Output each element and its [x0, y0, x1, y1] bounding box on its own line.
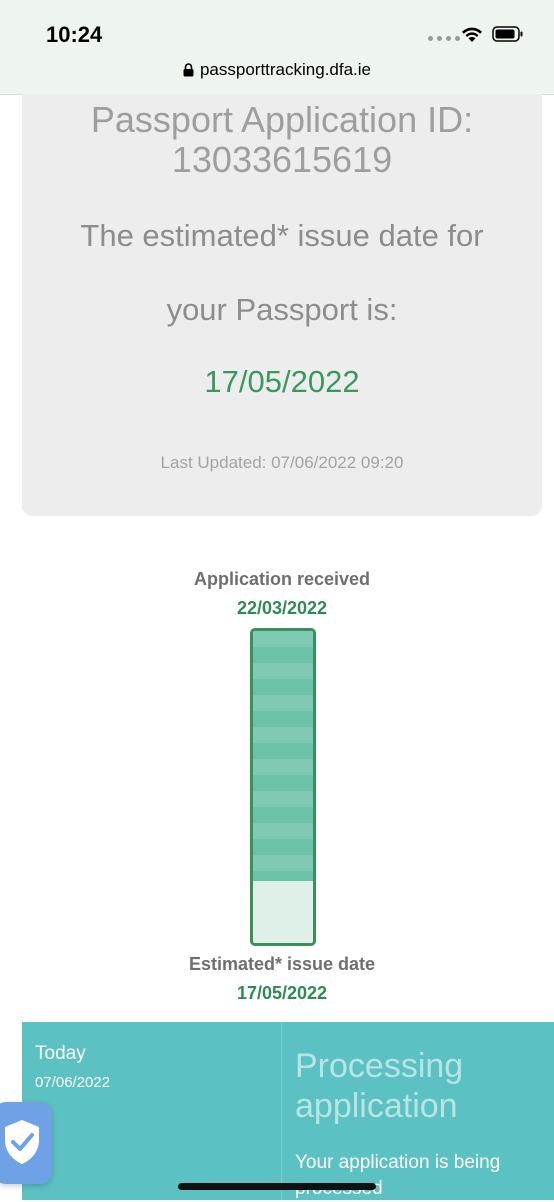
last-updated-text: Last Updated: 07/06/2022 09:20 [160, 453, 404, 472]
wifi-icon [462, 27, 482, 42]
application-id-value: 13033615619 [171, 139, 393, 180]
timeline-divider [281, 1022, 282, 1200]
processing-status-description: Your application is being processed [295, 1152, 501, 1199]
status-time: 10:24 [46, 22, 103, 47]
application-received-label: Application received [193, 569, 371, 589]
today-date: 07/06/2022 [35, 1074, 111, 1091]
battery-icon [492, 26, 523, 42]
lock-icon [183, 63, 194, 77]
estimated-issue-date: 17/05/2022 [204, 364, 360, 399]
security-shield-widget[interactable] [0, 1102, 52, 1184]
timeline-panel: Today 07/06/2022 Processing application … [22, 1022, 554, 1200]
url-text: passporttracking.dfa.ie [199, 60, 372, 79]
progress-bar [250, 628, 316, 946]
processing-status-title: Processing application [295, 1047, 464, 1125]
estimated-issue-label: Estimated* issue date [188, 954, 376, 974]
home-indicator[interactable] [178, 1183, 376, 1190]
application-received-date: 22/03/2022 [236, 598, 328, 618]
estimated-date-heading-line1: The estimated* issue date for [80, 218, 484, 253]
status-bar: 10:24 passporttracking.dfa.ie [0, 0, 554, 95]
signal-dots-icon [428, 36, 460, 41]
today-label: Today [35, 1043, 86, 1064]
estimated-date-heading-line2: your Passport is: [166, 292, 398, 327]
shield-check-icon [5, 1120, 39, 1164]
progress-fill [253, 631, 313, 881]
url-bar[interactable]: passporttracking.dfa.ie [0, 60, 554, 80]
info-card: Passport Application ID: 13033615619 The… [22, 94, 542, 516]
estimated-issue-date-bottom: 17/05/2022 [236, 983, 328, 1003]
application-id-label: Passport Application ID: [90, 99, 474, 140]
